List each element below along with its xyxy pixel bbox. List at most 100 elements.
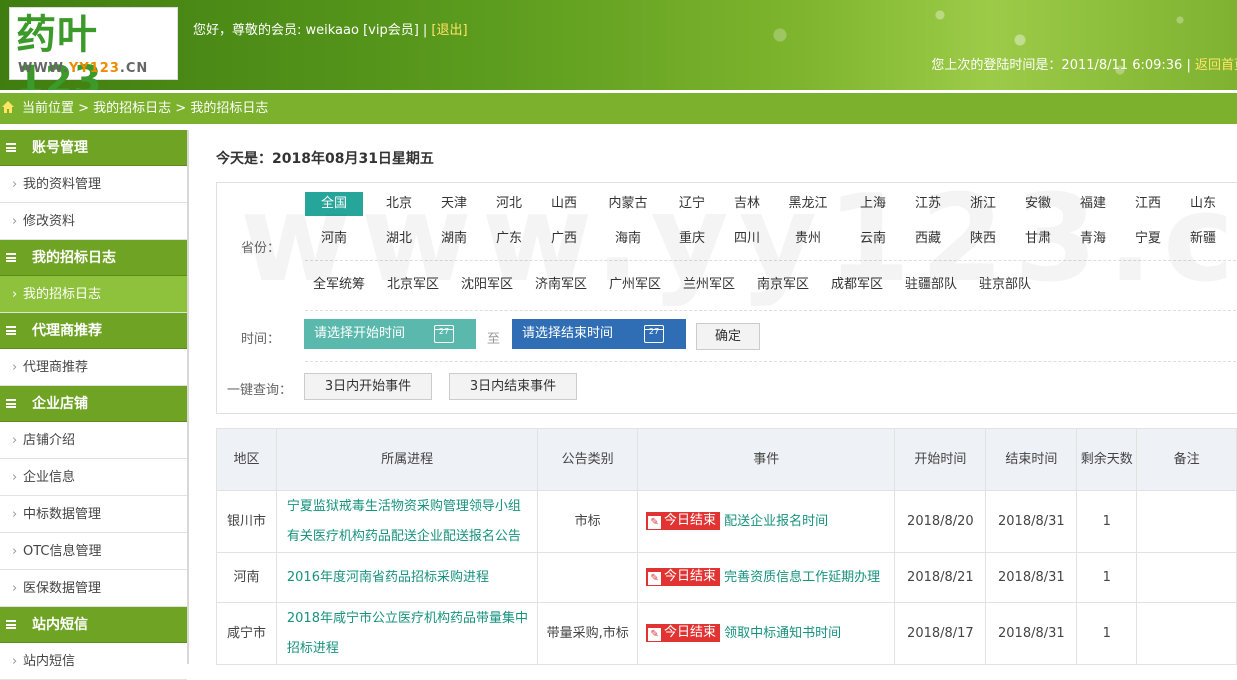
province-option[interactable]: 贵州 <box>779 227 837 251</box>
end-date-cell: 2018/8/31 <box>985 552 1078 603</box>
province-option[interactable]: 江苏 <box>905 192 951 216</box>
province-option[interactable]: 驻疆部队 <box>897 273 965 297</box>
process-link[interactable]: 宁夏监狱戒毒生活物资采购管理领导小组有关医疗机构药品配送企业配送报名公告 <box>275 490 539 553</box>
logout-link[interactable]: [退出] <box>431 23 467 38</box>
sidebar-section-head[interactable]: 代理商推荐 <box>0 313 187 349</box>
province-option[interactable]: 全军统筹 <box>305 273 373 297</box>
sidebar-item[interactable]: 代理商推荐 <box>0 349 187 386</box>
province-option[interactable]: 北京 <box>376 192 422 216</box>
logo-text: 药叶123 <box>16 12 103 90</box>
menu-icon <box>6 326 16 335</box>
main-content: 今天是：2018年08月31日星期五 省份： 全国 北京 天津 河北 山西 内蒙古 辽宁 吉林… <box>216 130 1237 665</box>
province-option[interactable]: 河北 <box>486 192 532 216</box>
province-option[interactable]: 山西 <box>541 192 587 216</box>
back-home-link[interactable]: 返回首页 <box>1195 58 1237 73</box>
logo-url: WWW.YY123.CN <box>18 61 149 76</box>
province-option[interactable]: 上海 <box>850 192 896 216</box>
pen-icon: ✎ <box>648 572 662 585</box>
sidebar-item[interactable]: 我的招标日志 <box>0 276 187 313</box>
province-option[interactable]: 驻京部队 <box>971 273 1039 297</box>
province-option[interactable]: 甘肃 <box>1015 227 1061 251</box>
province-option[interactable]: 辽宁 <box>669 192 715 216</box>
sidebar-section-head[interactable]: 站内短信 <box>0 607 187 643</box>
sidebar-item[interactable]: 中标数据管理 <box>0 496 187 533</box>
province-option[interactable]: 云南 <box>850 227 896 251</box>
table-row: 咸宁市 2018年咸宁市公立医疗机构药品带量集中招标进程 带量采购,市标 ✎ 今日结束领… <box>216 602 1237 665</box>
menu-icon <box>6 143 16 152</box>
quick-end-button[interactable]: 3日内结束事件 <box>449 373 577 400</box>
process-link[interactable]: 2016年度河南省药品招标采购进程 <box>275 552 539 603</box>
province-option[interactable]: 湖南 <box>431 227 477 251</box>
province-option[interactable]: 广西 <box>541 227 587 251</box>
province-option[interactable]: 内蒙古 <box>599 192 657 216</box>
sidebar-section-head[interactable]: 账号管理 <box>0 130 187 166</box>
province-option[interactable]: 浙江 <box>960 192 1006 216</box>
remaining-days-cell: 1 <box>1076 552 1138 603</box>
province-label: 省份： <box>241 241 281 256</box>
event-cell: ✎ 今日结束 完善资质信息工作延期办理 <box>637 552 896 603</box>
province-option[interactable]: 山东 <box>1180 192 1226 216</box>
province-option[interactable]: 南京军区 <box>749 273 817 297</box>
sidebar-item[interactable]: 我的资料管理 <box>0 166 187 203</box>
province-option[interactable]: 北京军区 <box>379 273 447 297</box>
event-link[interactable]: 完善资质信息工作延期办理 <box>724 570 880 585</box>
province-option[interactable]: 沈阳军区 <box>453 273 521 297</box>
column-header: 开始时间 <box>894 428 987 491</box>
province-option[interactable]: 宁夏 <box>1125 227 1171 251</box>
column-header: 地区 <box>216 428 277 491</box>
pen-icon: ✎ <box>648 628 662 641</box>
today-date: 今天是：2018年08月31日星期五 <box>216 151 434 167</box>
sidebar-section-label: 代理商推荐 <box>32 323 102 339</box>
home-icon <box>2 101 14 113</box>
sidebar-section-head[interactable]: 我的招标日志 <box>0 240 187 276</box>
province-option[interactable]: 全国 <box>305 192 363 216</box>
start-date-input[interactable]: 请选择开始时间 27 <box>304 319 476 349</box>
site-logo[interactable]: 药叶123 WWW.YY123.CN <box>9 7 178 90</box>
sidebar-item[interactable]: 站内短信 <box>0 643 187 680</box>
province-option[interactable]: 四川 <box>724 227 770 251</box>
breadcrumb: 当前位置 > 我的招标日志 > 我的招标日志 <box>22 101 269 116</box>
province-option[interactable]: 海南 <box>599 227 657 251</box>
status-badge: ✎ 今日结束 <box>646 568 721 586</box>
confirm-button[interactable]: 确定 <box>696 323 760 350</box>
province-option[interactable]: 西藏 <box>905 227 951 251</box>
province-option[interactable]: 黑龙江 <box>779 192 837 216</box>
province-option[interactable]: 福建 <box>1070 192 1116 216</box>
province-option[interactable]: 广州军区 <box>601 273 669 297</box>
status-badge: ✎ 今日结束 <box>646 624 721 642</box>
sidebar-section-head[interactable]: 企业店铺 <box>0 386 187 422</box>
header: 药叶123 WWW.YY123.CN 您好，尊敬的会员: weikaao [vi… <box>0 0 1237 90</box>
sidebar-item[interactable]: 店铺介绍 <box>0 422 187 459</box>
sidebar-section-label: 站内短信 <box>32 617 88 633</box>
province-option[interactable]: 重庆 <box>669 227 715 251</box>
province-option[interactable]: 江西 <box>1125 192 1171 216</box>
province-option[interactable]: 湖北 <box>376 227 422 251</box>
province-option[interactable]: 广东 <box>486 227 532 251</box>
event-link[interactable]: 领取中标通知书时间 <box>724 626 841 641</box>
column-header: 所属进程 <box>275 428 539 491</box>
pen-icon: ✎ <box>648 516 662 529</box>
time-label: 时间： <box>241 332 281 347</box>
sidebar-item[interactable]: 医保数据管理 <box>0 570 187 607</box>
sidebar-item[interactable]: 企业信息 <box>0 459 187 496</box>
sidebar-section-label: 账号管理 <box>32 140 88 156</box>
province-option[interactable]: 天津 <box>431 192 477 216</box>
column-header: 剩余天数 <box>1076 428 1138 491</box>
province-option[interactable]: 新疆 <box>1180 227 1226 251</box>
process-link[interactable]: 2018年咸宁市公立医疗机构药品带量集中招标进程 <box>275 602 539 665</box>
column-header: 事件 <box>637 428 896 491</box>
sidebar-item[interactable]: 修改资料 <box>0 203 187 240</box>
province-option[interactable]: 青海 <box>1070 227 1116 251</box>
event-link[interactable]: 配送企业报名时间 <box>724 514 828 529</box>
province-option[interactable]: 济南军区 <box>527 273 595 297</box>
end-date-input[interactable]: 请选择结束时间 27 <box>512 319 686 349</box>
province-option[interactable]: 河南 <box>305 227 363 251</box>
province-option[interactable]: 兰州军区 <box>675 273 743 297</box>
province-option[interactable]: 陕西 <box>960 227 1006 251</box>
province-option[interactable]: 吉林 <box>724 192 770 216</box>
quick-start-button[interactable]: 3日内开始事件 <box>304 373 432 400</box>
province-option[interactable]: 成都军区 <box>823 273 891 297</box>
sidebar-item[interactable]: OTC信息管理 <box>0 533 187 570</box>
event-cell: ✎ 今日结束 配送企业报名时间 <box>637 490 896 553</box>
province-option[interactable]: 安徽 <box>1015 192 1061 216</box>
